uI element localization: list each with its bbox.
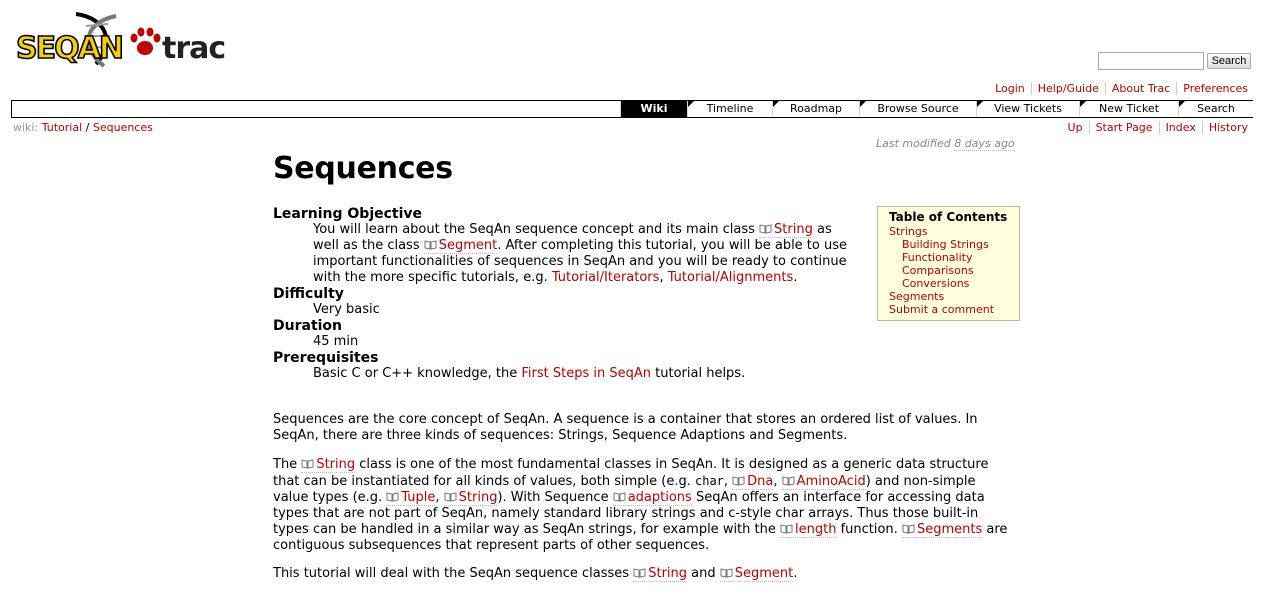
- book-icon: [444, 491, 457, 502]
- svg-text:trac: trac: [162, 31, 225, 66]
- segments-doc-link[interactable]: Segments: [901, 522, 983, 538]
- paw-icon: [130, 27, 161, 55]
- index-link[interactable]: Index: [1166, 121, 1196, 134]
- tab-browse-source[interactable]: Browse Source: [859, 101, 976, 117]
- tutorial-iterators-link[interactable]: Tutorial/Iterators: [552, 270, 660, 285]
- objective-desc: You will learn about the SeqAn sequence …: [313, 222, 848, 285]
- last-modified: Last modified 8 days ago: [876, 137, 1015, 151]
- book-icon: [386, 491, 399, 502]
- dna-doc-link[interactable]: Dna: [732, 474, 774, 490]
- toc-item-comparisons[interactable]: Comparisons: [902, 264, 974, 277]
- svg-text:SEQAN: SEQAN: [16, 31, 122, 66]
- login-link[interactable]: Login: [995, 82, 1025, 95]
- toc-item-building-strings[interactable]: Building Strings: [902, 238, 989, 251]
- history-link[interactable]: History: [1209, 121, 1248, 134]
- breadcrumb-separator: /: [85, 121, 90, 134]
- tab-new-ticket[interactable]: New Ticket: [1079, 101, 1178, 117]
- preferences-link[interactable]: Preferences: [1183, 82, 1248, 95]
- string-doc-link[interactable]: String: [759, 222, 813, 238]
- prerequisites-term: Prerequisites: [273, 350, 379, 366]
- aminoacid-doc-link[interactable]: AminoAcid: [781, 474, 866, 490]
- tutorial-alignments-link[interactable]: Tutorial/Alignments: [668, 270, 794, 285]
- first-steps-link[interactable]: First Steps in SeqAn: [521, 366, 651, 381]
- breadcrumb: wiki: Tutorial / Sequences: [13, 121, 153, 134]
- toc-item-segments[interactable]: Segments: [889, 290, 944, 303]
- book-icon: [424, 239, 437, 250]
- breadcrumb-sequences[interactable]: Sequences: [93, 121, 153, 134]
- main-nav: Wiki Timeline Roadmap Browse Source View…: [11, 100, 1253, 118]
- segment-doc-link[interactable]: Segment: [423, 238, 498, 254]
- intro-paragraph: Sequences are the core concept of SeqAn.…: [273, 412, 978, 443]
- book-icon: [902, 523, 915, 534]
- logo[interactable]: SEQAN trac: [15, 12, 228, 68]
- toc-item-submit-comment[interactable]: Submit a comment: [889, 303, 994, 316]
- segment-doc-link-2[interactable]: Segment: [719, 566, 794, 582]
- tab-wiki[interactable]: Wiki: [620, 101, 687, 117]
- table-of-contents: Table of Contents Strings Building Strin…: [877, 206, 1020, 321]
- char-code: char: [695, 474, 724, 488]
- tuple-doc-link[interactable]: Tuple: [386, 490, 436, 506]
- string-doc-link-3[interactable]: String: [633, 566, 688, 582]
- book-icon: [613, 491, 626, 502]
- meta-nav: Login Help/Guide About Trac Preferences: [989, 82, 1248, 95]
- search-input[interactable]: [1098, 52, 1204, 70]
- tab-timeline[interactable]: Timeline: [687, 101, 772, 117]
- string-doc-link[interactable]: String: [301, 457, 356, 473]
- breadcrumb-prefix: wiki:: [13, 121, 39, 134]
- seqan-trac-logo: SEQAN trac: [15, 12, 226, 68]
- difficulty-value: Very basic: [313, 302, 380, 317]
- book-icon: [720, 567, 733, 578]
- book-icon: [780, 523, 793, 534]
- up-link[interactable]: Up: [1068, 121, 1083, 134]
- string-paragraph: The String class is one of the most fund…: [273, 457, 1008, 553]
- tab-view-tickets[interactable]: View Tickets: [976, 101, 1079, 117]
- context-nav: Up Start Page Index History: [1062, 121, 1248, 134]
- book-icon: [759, 223, 772, 234]
- book-icon: [782, 475, 795, 486]
- help-guide-link[interactable]: Help/Guide: [1038, 82, 1099, 95]
- adaptions-doc-link[interactable]: adaptions: [612, 490, 692, 506]
- book-icon: [732, 475, 745, 486]
- string-doc-link-2[interactable]: String: [443, 490, 498, 506]
- prerequisites-desc: Basic C or C++ knowledge, the First Step…: [313, 366, 746, 381]
- start-page-link[interactable]: Start Page: [1096, 121, 1153, 134]
- closing-paragraph: This tutorial will deal with the SeqAn s…: [273, 566, 798, 582]
- toc-title: Table of Contents: [889, 210, 1008, 224]
- breadcrumb-tutorial[interactable]: Tutorial: [42, 121, 82, 134]
- toc-item-functionality[interactable]: Functionality: [902, 251, 972, 264]
- book-icon: [301, 458, 314, 469]
- toc-item-conversions[interactable]: Conversions: [902, 277, 969, 290]
- length-doc-link[interactable]: length: [780, 522, 837, 538]
- tab-search[interactable]: Search: [1178, 101, 1253, 117]
- search-button[interactable]: Search: [1207, 53, 1251, 69]
- tab-roadmap[interactable]: Roadmap: [772, 101, 859, 117]
- duration-value: 45 min: [313, 334, 359, 349]
- page-title: Sequences: [273, 151, 453, 186]
- last-modified-ago[interactable]: 8 days ago: [954, 137, 1015, 151]
- toc-item-strings[interactable]: Strings: [889, 225, 928, 238]
- about-trac-link[interactable]: About Trac: [1112, 82, 1170, 95]
- book-icon: [633, 567, 646, 578]
